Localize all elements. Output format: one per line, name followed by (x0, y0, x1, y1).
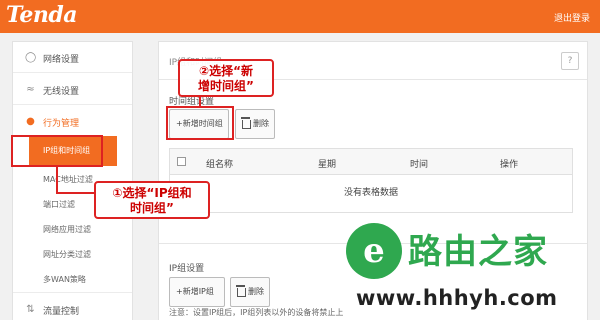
sidebar-subitem-app-filter[interactable]: 网络应用过滤 (13, 218, 132, 240)
sidebar-subitem-label: 网络应用过滤 (43, 225, 91, 234)
column-header: 操作 (500, 160, 519, 170)
top-bar: Tenda 退出登录 (0, 0, 600, 33)
note-text: 注意：设置IP组后，IP组列表以外的设备将禁止上 (169, 308, 344, 317)
sidebar-item-label: 行为管理 (43, 119, 80, 129)
column-header: 星期 (318, 160, 337, 170)
user-icon: ● (26, 116, 35, 127)
wifi-icon: ≈ (26, 84, 35, 95)
step1-callout: ①选择“IP组和 时间组” (94, 181, 210, 219)
watermark-url: www.hhhyh.com (356, 286, 558, 310)
delete-ip-group-button[interactable]: 删除 (230, 277, 270, 307)
step2-highlight (166, 106, 234, 140)
delete-label: 删除 (248, 287, 264, 296)
logout-link[interactable]: 退出登录 (554, 11, 590, 24)
sidebar-item-label: 流量控制 (43, 307, 80, 317)
delete-time-group-button[interactable]: 删除 (235, 109, 275, 139)
watermark-logo-icon: e (346, 223, 402, 279)
column-header: 组名称 (206, 160, 234, 170)
traffic-icon: ⇅ (26, 304, 35, 315)
time-group-table: 组名称 星期 时间 操作 没有表格数据 (169, 148, 573, 213)
table-header: 组名称 星期 时间 操作 (170, 149, 572, 175)
add-ip-group-label: +新增IP组 (176, 287, 214, 296)
step1-arrow-line (56, 192, 94, 194)
delete-label: 删除 (253, 119, 269, 128)
sidebar-item-behavior[interactable]: ● 行为管理 (13, 106, 132, 137)
sidebar-subitem-label: 端口过滤 (43, 200, 75, 209)
trash-icon (241, 117, 251, 129)
help-button[interactable]: ? (561, 52, 579, 70)
step1-highlight (11, 135, 103, 167)
step2-callout: ②选择“新 增时间组” (178, 59, 274, 97)
sidebar-subitem-label: MAC地址过滤 (43, 175, 93, 184)
empty-table-message: 没有表格数据 (343, 188, 398, 198)
sidebar-item-label: 网络设置 (43, 55, 80, 65)
select-all-checkbox[interactable] (177, 157, 186, 166)
brand-logo: Tenda (6, 2, 77, 28)
ip-group-section-label: IP组设置 (169, 264, 205, 274)
sidebar-item-wireless[interactable]: ≈ 无线设置 (13, 74, 132, 105)
sidebar-item-network[interactable]: ◯ 网络设置 (13, 42, 132, 73)
sidebar-item-label: 无线设置 (43, 87, 80, 97)
sidebar-divider (13, 292, 132, 293)
add-ip-group-button[interactable]: +新增IP组 (169, 277, 225, 307)
column-header: 时间 (410, 160, 429, 170)
sidebar-item-traffic[interactable]: ⇅ 流量控制 (13, 294, 132, 320)
sidebar-subitem-multiwan[interactable]: 多WAN策略 (13, 268, 132, 290)
sidebar-subitem-label: 多WAN策略 (43, 275, 86, 284)
sidebar-subitem-label: 网址分类过滤 (43, 250, 91, 259)
globe-icon: ◯ (25, 52, 37, 63)
trash-icon (236, 285, 246, 297)
step1-arrow-line (56, 167, 58, 193)
watermark-brand: 路由之家 (408, 232, 548, 272)
sidebar-subitem-url-filter[interactable]: 网址分类过滤 (13, 243, 132, 265)
